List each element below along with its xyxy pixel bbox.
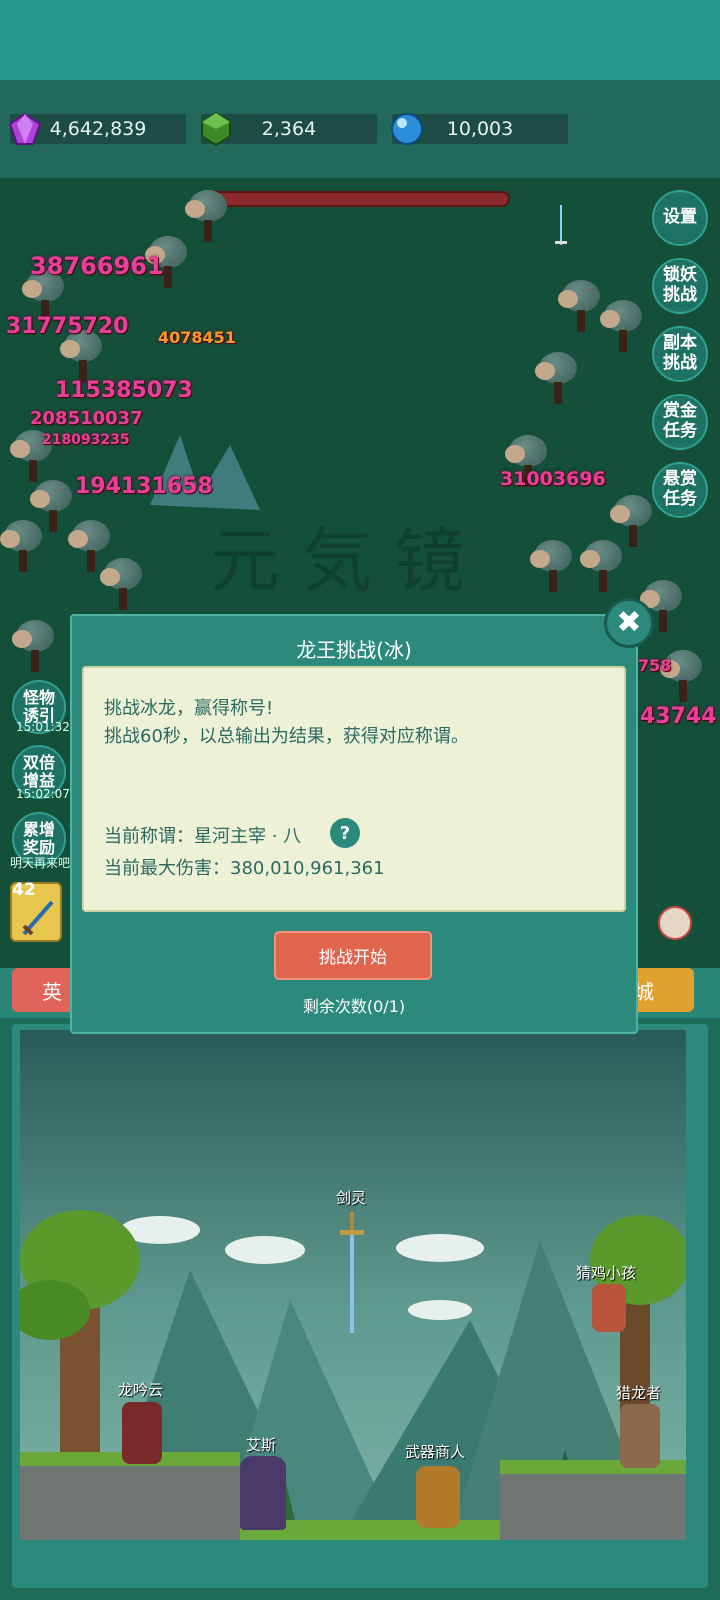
help-icon[interactable]: ?: [330, 818, 360, 848]
description-line-2: 挑战60秒，以总输出为结果，获得对应称谓。: [104, 726, 469, 747]
description-line-1: 挑战冰龙，赢得称号!: [104, 698, 274, 719]
max-damage: 当前最大伤害：380,010,961,361: [104, 858, 385, 879]
close-icon: ✖: [616, 605, 642, 640]
close-button[interactable]: ✖: [604, 598, 654, 648]
start-challenge-button[interactable]: 挑战开始: [274, 931, 432, 980]
modal-description-panel: 挑战冰龙，赢得称号! 挑战60秒，以总输出为结果，获得对应称谓。 当前称谓：星河…: [82, 666, 626, 912]
remaining-attempts: 剩余次数(0/1): [302, 997, 406, 1016]
current-title: 当前称谓：星河主宰 · 八: [104, 826, 302, 847]
modal-title: 龙王挑战(冰): [296, 638, 412, 662]
